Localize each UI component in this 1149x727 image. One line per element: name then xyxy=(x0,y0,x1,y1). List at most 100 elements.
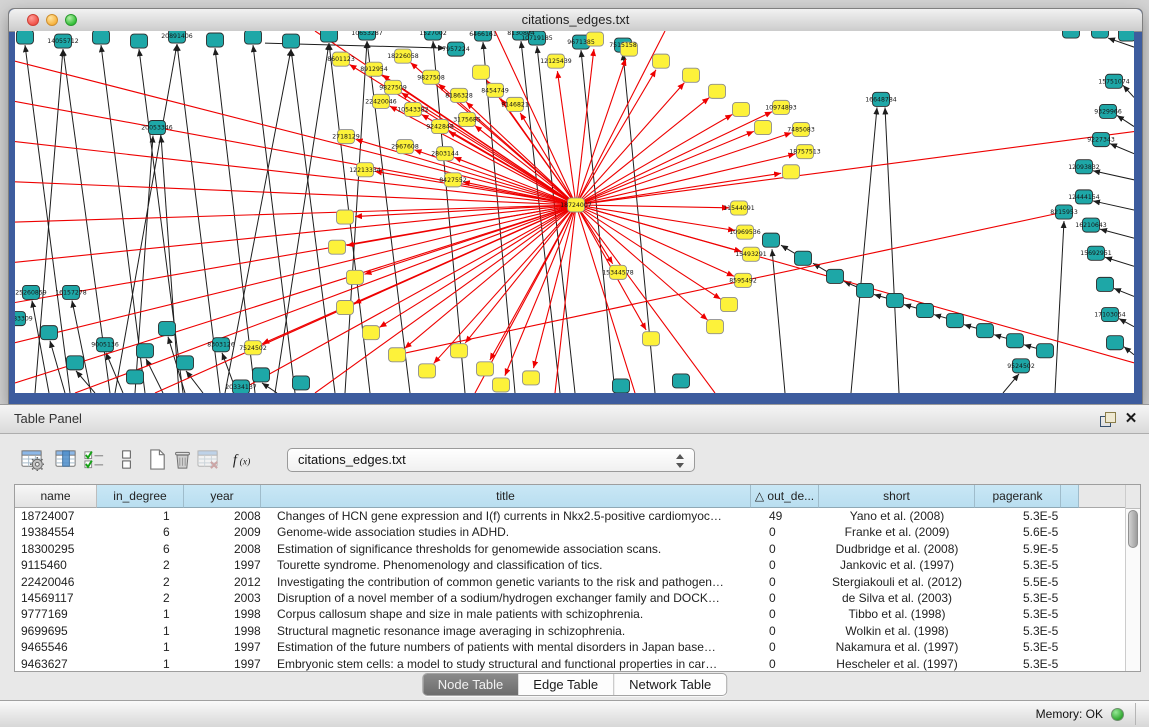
network-node[interactable] xyxy=(523,371,540,385)
hub-edge[interactable] xyxy=(576,205,735,231)
table-cell-in_degree[interactable]: 1 xyxy=(97,639,184,655)
citation-edge[interactable] xyxy=(1105,257,1134,266)
table-cell-title[interactable]: Investigating the contribution of common… xyxy=(261,574,751,590)
table-cell-in_degree[interactable]: 1 xyxy=(97,623,184,639)
column-header-out_de[interactable]: △ out_de... xyxy=(751,485,819,508)
network-node[interactable] xyxy=(329,240,346,254)
hub-edge[interactable] xyxy=(262,205,576,344)
network-node[interactable] xyxy=(93,31,110,44)
table-cell-pagerank[interactable]: 5.3E-5 xyxy=(975,590,1061,606)
table-cell-year[interactable]: 1998 xyxy=(184,623,261,639)
table-cell-title[interactable]: Embryonic stem cells: a model to study s… xyxy=(261,656,751,672)
citation-edge[interactable] xyxy=(76,371,95,393)
network-node[interactable] xyxy=(977,324,994,338)
table-cell-short[interactable]: Jankovic et al. (1997) xyxy=(819,557,975,573)
table-cell-pagerank[interactable]: 5.3E-5 xyxy=(975,639,1061,655)
citation-edge[interactable] xyxy=(1110,144,1134,154)
table-cell-out_de[interactable]: 0 xyxy=(751,639,819,655)
table-cell-title[interactable]: Disruption of a novel member of a sodium… xyxy=(261,590,751,606)
network-node[interactable] xyxy=(857,283,874,297)
network-node[interactable] xyxy=(253,368,270,382)
table-cell-name[interactable]: 9465546 xyxy=(15,639,97,655)
column-header-in_degree[interactable]: in_degree xyxy=(97,485,184,508)
network-node[interactable] xyxy=(1063,31,1080,38)
column-visibility-icon[interactable] xyxy=(52,446,80,474)
table-cell-in_degree[interactable]: 6 xyxy=(97,524,184,540)
table-cell-name[interactable]: 18300295 xyxy=(15,541,97,557)
table-cell-out_de[interactable]: 0 xyxy=(751,541,819,557)
network-node[interactable] xyxy=(363,326,380,340)
table-cell-title[interactable]: Genome-wide association studies in ADHD. xyxy=(261,524,751,540)
table-row[interactable]: 977716911998Corpus callosum shape and si… xyxy=(15,606,1125,622)
table-cell-name[interactable]: 9699695 xyxy=(15,623,97,639)
column-header-name[interactable]: name xyxy=(15,485,97,508)
table-cell-in_degree[interactable]: 2 xyxy=(97,590,184,606)
network-node[interactable] xyxy=(755,120,772,134)
table-cell-title[interactable]: Tourette syndrome. Phenomenology and cla… xyxy=(261,557,751,573)
table-cell-short[interactable]: Nakamura et al. (1997) xyxy=(819,639,975,655)
table-cell-year[interactable]: 1997 xyxy=(184,639,261,655)
table-cell-out_de[interactable]: 0 xyxy=(751,574,819,590)
network-node[interactable] xyxy=(321,31,338,42)
memory-ok-led-icon[interactable] xyxy=(1111,708,1124,721)
table-cell-name[interactable]: 18724007 xyxy=(15,508,97,524)
network-node[interactable] xyxy=(673,374,690,388)
table-cell-short[interactable]: de Silva et al. (2003) xyxy=(819,590,975,606)
table-cell-in_degree[interactable]: 1 xyxy=(97,606,184,622)
hub-edge[interactable] xyxy=(576,205,635,393)
table-cell-out_de[interactable]: 0 xyxy=(751,606,819,622)
table-row[interactable]: 1938455462009Genome-wide association stu… xyxy=(15,524,1125,540)
table-cell-year[interactable]: 1997 xyxy=(184,557,261,573)
table-cell-year[interactable]: 2008 xyxy=(184,541,261,557)
table-cell-out_de[interactable]: 0 xyxy=(751,557,819,573)
table-cell-year[interactable]: 1997 xyxy=(184,656,261,672)
column-header-short[interactable]: short xyxy=(819,485,975,508)
table-cell-title[interactable]: Structural magnetic resonance image aver… xyxy=(261,623,751,639)
citation-edge[interactable] xyxy=(772,249,785,393)
tab-edge-table[interactable]: Edge Table xyxy=(518,674,613,695)
table-cell-pagerank[interactable]: 5.3E-5 xyxy=(975,656,1061,672)
citation-edge[interactable] xyxy=(146,359,163,393)
table-cell-name[interactable]: 19384554 xyxy=(15,524,97,540)
new-table-icon[interactable] xyxy=(143,446,171,474)
citation-edge[interactable] xyxy=(32,300,49,393)
hub-edge[interactable] xyxy=(555,205,576,393)
float-panel-icon[interactable] xyxy=(1100,412,1115,427)
table-cell-pagerank[interactable]: 5.6E-5 xyxy=(975,524,1061,540)
network-node[interactable] xyxy=(827,269,844,283)
table-cell-short[interactable]: Franke et al. (2009) xyxy=(819,524,975,540)
hub-edge[interactable] xyxy=(576,173,781,205)
network-node[interactable] xyxy=(67,356,84,370)
tab-network-table[interactable]: Network Table xyxy=(613,674,726,695)
citation-edge[interactable] xyxy=(106,353,123,393)
network-node[interactable] xyxy=(473,65,490,79)
citation-edge[interactable] xyxy=(1114,288,1134,296)
table-row[interactable]: 1456911722003Disruption of a novel membe… xyxy=(15,590,1125,606)
network-node[interactable] xyxy=(947,314,964,328)
table-cell-pagerank[interactable]: 5.9E-5 xyxy=(975,541,1061,557)
table-cell-pagerank[interactable]: 5.5E-5 xyxy=(975,574,1061,590)
citation-edge[interactable] xyxy=(1003,374,1019,393)
network-node[interactable] xyxy=(887,293,904,307)
table-cell-in_degree[interactable]: 6 xyxy=(97,541,184,557)
citation-edge[interactable] xyxy=(1055,221,1064,393)
column-header-year[interactable]: year xyxy=(184,485,261,508)
network-node[interactable] xyxy=(293,376,310,390)
table-row[interactable]: 946362711997Embryonic stem cells: a mode… xyxy=(15,656,1125,672)
citation-edge[interactable] xyxy=(1117,115,1134,126)
network-node[interactable] xyxy=(337,210,354,224)
table-row[interactable]: 969969511998Structural magnetic resonanc… xyxy=(15,623,1125,639)
network-node[interactable] xyxy=(283,34,300,48)
table-cell-pagerank[interactable]: 5.3E-5 xyxy=(975,508,1061,524)
table-row[interactable]: 2242004622012Investigating the contribut… xyxy=(15,574,1125,590)
network-node[interactable] xyxy=(683,68,700,82)
network-node[interactable] xyxy=(337,300,354,314)
network-node[interactable] xyxy=(763,233,780,247)
network-node[interactable] xyxy=(721,297,738,311)
citation-edge[interactable] xyxy=(186,371,203,393)
network-node[interactable] xyxy=(1097,277,1114,291)
network-node[interactable] xyxy=(419,364,436,378)
column-header-title[interactable]: title xyxy=(261,485,751,508)
row-height-icon[interactable] xyxy=(112,446,140,474)
network-node[interactable] xyxy=(207,33,224,47)
